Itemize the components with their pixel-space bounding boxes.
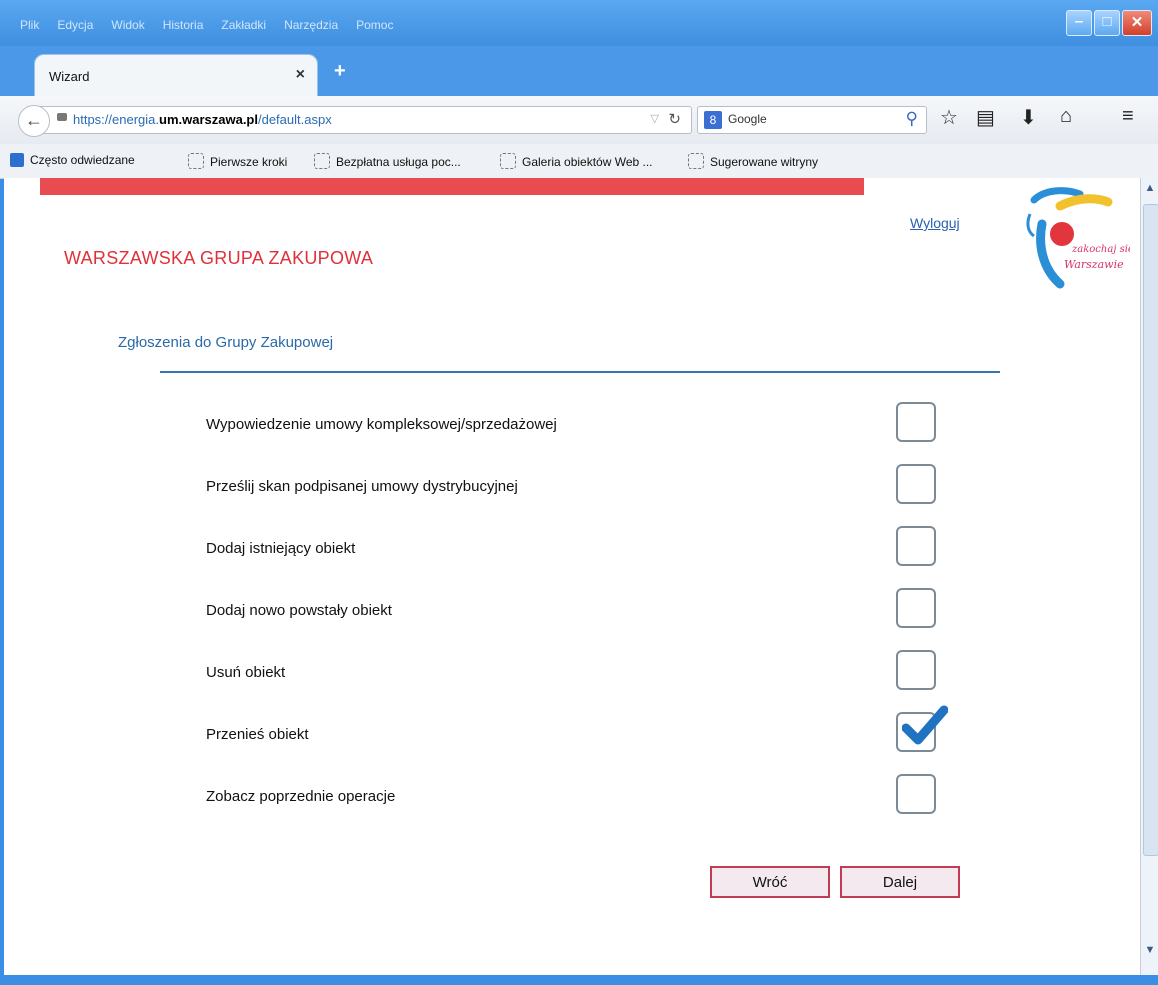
bookmark-item[interactable]: Bezpłatna usługa poc... [314,153,461,169]
checkmark-icon [902,705,948,745]
google-icon: 8 [704,111,722,129]
option-checkbox[interactable] [896,588,936,628]
close-icon: ✕ [1130,14,1144,31]
url-bar[interactable]: https://energia.um.warszawa.pl/default.a… [40,106,692,134]
scroll-down-icon[interactable]: ▼ [1143,944,1157,960]
logout-link[interactable]: Wyloguj [910,215,960,231]
page-icon [314,153,330,169]
minimize-button[interactable]: – [1066,10,1092,36]
option-checkbox[interactable] [896,402,936,442]
title-bar: Plik Edycja Widok Historia Zakładki Narz… [0,0,1158,46]
option-label: Dodaj istniejący obiekt [206,540,356,557]
header-red-bar [40,178,864,195]
star-bookmark-icon[interactable]: ☆ [940,105,958,130]
menu-bookmarks[interactable]: Zakładki [221,18,266,32]
reading-list-icon[interactable]: ▤ [976,105,995,130]
brand-title: WARSZAWSKA GRUPA ZAKUPOWA [64,248,374,268]
option-checkbox[interactable] [896,464,936,504]
menu-tools[interactable]: Narzędzia [284,18,338,32]
home-icon[interactable]: ⌂ [1060,105,1072,128]
vertical-scrollbar[interactable]: ▲ ▼ [1140,178,1158,975]
option-label: Przenieś obiekt [206,726,309,743]
lock-icon [57,113,67,121]
bookmark-label: Bezpłatna usługa poc... [336,155,461,169]
bookmark-item[interactable]: Galeria obiektów Web ... [500,153,653,169]
reload-icon[interactable]: ↻ [668,110,681,128]
maximize-button[interactable]: □ [1094,10,1120,36]
url-scheme: https://energia. [73,112,159,127]
search-engine-label: Google [728,112,767,126]
bookmarks-folder-icon [10,153,24,167]
option-label: Zobacz poprzednie operacje [206,788,396,805]
svg-text:Warszawie: Warszawie [1064,258,1124,271]
menu-edit[interactable]: Edycja [57,18,93,32]
menu-file[interactable]: Plik [20,18,39,32]
new-tab-icon[interactable]: + [334,60,346,83]
window-controls: – □ ✕ [1066,10,1152,36]
option-checkbox[interactable] [896,705,948,752]
window-bottom-edge [0,975,1158,985]
url-text: https://energia.um.warszawa.pl/default.a… [73,112,332,127]
bookmark-label: Galeria obiektów Web ... [522,155,653,169]
search-icon[interactable]: ⚲ [906,109,918,129]
option-label: Dodaj nowo powstały obiekt [206,602,392,619]
url-path: /default.aspx [257,112,332,127]
search-bar[interactable]: 8 Google ⚲ [697,106,927,134]
tab-strip: Wizard × + [0,46,1158,97]
section-title: Zgłoszenia do Grupy Zakupowej [118,334,334,351]
menu-view[interactable]: Widok [111,18,144,32]
scrollbar-thumb[interactable] [1143,204,1158,856]
menu-hamburger-icon[interactable]: ≡ [1122,105,1134,128]
page-icon [500,153,516,169]
tab-close-icon[interactable]: × [296,66,305,84]
page-icon [188,153,204,169]
bookmark-item[interactable]: Często odwiedzane [10,153,135,167]
url-dropdown-icon[interactable]: ▽ [651,112,659,125]
svg-text:zakochaj się: zakochaj się [1071,244,1130,255]
option-label: Usuń obiekt [206,664,286,681]
tab-wizard[interactable]: Wizard × [34,54,318,97]
bookmark-item[interactable]: Pierwsze kroki [188,153,287,169]
option-checkbox[interactable] [896,774,936,814]
bookmark-label: Pierwsze kroki [210,155,288,169]
bookmark-label: Często odwiedzane [30,153,135,167]
back-button-page[interactable]: Wróć [710,866,830,898]
menu-bar: Plik Edycja Widok Historia Zakładki Narz… [20,18,393,32]
menu-history[interactable]: Historia [163,18,204,32]
back-arrow-icon: ← [25,110,43,130]
warsaw-logo: zakochaj się Warszawie [1026,187,1130,289]
maximize-icon: □ [1102,13,1112,30]
bookmark-item[interactable]: Sugerowane witryny [688,153,818,169]
scroll-up-icon[interactable]: ▲ [1143,182,1157,198]
menu-help[interactable]: Pomoc [356,18,393,32]
back-button[interactable]: ← [18,105,50,137]
option-label: Wypowiedzenie umowy kompleksowej/sprzeda… [206,416,557,433]
option-checkbox[interactable] [896,650,936,690]
tab-title: Wizard [49,69,90,84]
section-divider [160,371,1000,373]
next-button[interactable]: Dalej [840,866,960,898]
page-content: Wyloguj WARSZAWSKA GRUPA ZAKUPOWA zakoch… [4,178,1140,975]
minimize-icon: – [1074,13,1084,30]
close-window-button[interactable]: ✕ [1122,10,1152,36]
bookmarks-toolbar: Często odwiedzane Pierwsze kroki Bezpłat… [0,144,1158,179]
bookmark-label: Sugerowane witryny [710,155,819,169]
browser-window: Plik Edycja Widok Historia Zakładki Narz… [0,0,1158,985]
download-icon[interactable]: ⬇ [1020,105,1037,130]
option-label: Prześlij skan podpisanej umowy dystrybuc… [206,478,518,495]
navigation-toolbar: https://energia.um.warszawa.pl/default.a… [0,96,1158,145]
url-domain: um.warszawa.pl [159,112,258,127]
page-icon [688,153,704,169]
option-checkbox[interactable] [896,526,936,566]
